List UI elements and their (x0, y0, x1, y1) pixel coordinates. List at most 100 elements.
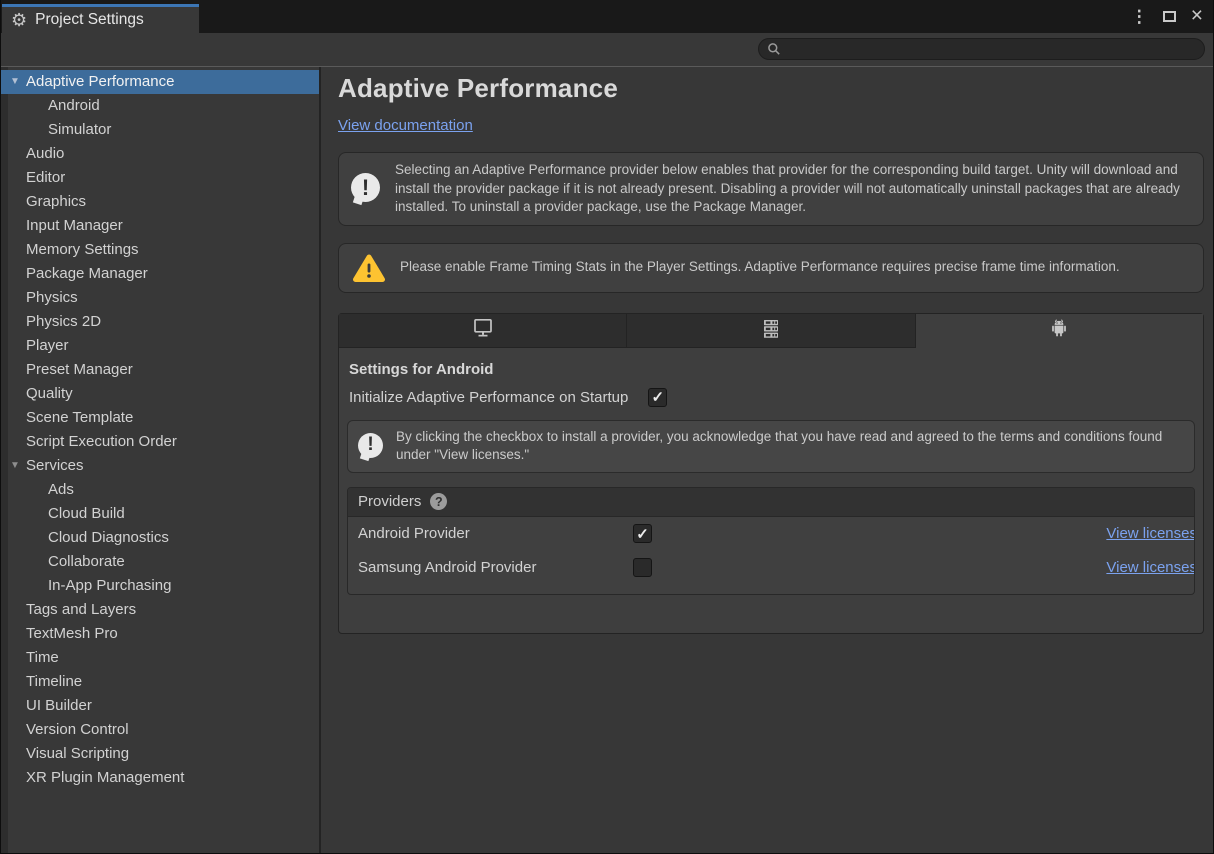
provider-info-text: Selecting an Adaptive Performance provid… (395, 161, 1191, 217)
build-target-panel: Settings for Android Initialize Adaptive… (338, 313, 1204, 634)
providers-header: Providers ? (348, 488, 1194, 517)
provider-info-box: ! Selecting an Adaptive Performance prov… (338, 152, 1204, 226)
sidebar-item-audio[interactable]: Audio (1, 142, 319, 166)
sidebar-item-android[interactable]: Android (1, 94, 319, 118)
sidebar-item-cloud-diagnostics[interactable]: Cloud Diagnostics (1, 526, 319, 550)
sidebar-item-services[interactable]: ▼ Services (1, 454, 319, 478)
view-documentation-link[interactable]: View documentation (338, 117, 473, 134)
provider-checkbox-android-provider[interactable]: ✓ (633, 524, 652, 543)
sidebar-item-label: Timeline (26, 673, 82, 690)
sidebar-item-label: Version Control (26, 721, 129, 738)
sidebar-item-scene-template[interactable]: Scene Template (1, 406, 319, 430)
tab-monitor[interactable] (339, 314, 627, 348)
sidebar-item-ads[interactable]: Ads (1, 478, 319, 502)
sidebar-item-label: Input Manager (26, 217, 123, 234)
sidebar-item-label: Memory Settings (26, 241, 139, 258)
sidebar-item-label: Graphics (26, 193, 86, 210)
sidebar-item-label: Ads (48, 481, 74, 498)
license-note-text: By clicking the checkbox to install a pr… (396, 428, 1184, 465)
sidebar-item-label: Adaptive Performance (26, 73, 174, 90)
frame-timing-warning-text: Please enable Frame Timing Stats in the … (400, 258, 1120, 277)
help-icon[interactable]: ? (430, 493, 447, 510)
sidebar-item-memory-settings[interactable]: Memory Settings (1, 238, 319, 262)
initialize-startup-label: Initialize Adaptive Performance on Start… (349, 389, 628, 406)
sidebar-item-in-app-purchasing[interactable]: In-App Purchasing (1, 574, 319, 598)
sidebar-item-collaborate[interactable]: Collaborate (1, 550, 319, 574)
settings-category-list: ▼ Adaptive Performance Android Simulator Aud… (1, 67, 319, 853)
settings-for-android-header: Settings for Android (347, 361, 1195, 378)
frame-timing-warning-box: Please enable Frame Timing Stats in the … (338, 243, 1204, 293)
sidebar-item-editor[interactable]: Editor (1, 166, 319, 190)
tab-android[interactable] (916, 314, 1203, 348)
view-licenses-link[interactable]: View licenses (1106, 525, 1195, 542)
sidebar-item-label: Cloud Build (48, 505, 125, 522)
search-box[interactable] (758, 38, 1205, 60)
initialize-startup-checkbox[interactable]: ✓ (648, 388, 667, 407)
sidebar-item-physics[interactable]: Physics (1, 286, 319, 310)
sidebar-item-label: Physics (26, 289, 78, 306)
sidebar-item-label: Physics 2D (26, 313, 101, 330)
provider-checkbox-samsung-android-provider[interactable] (633, 558, 652, 577)
project-settings-tab[interactable]: ⚙ Project Settings (2, 4, 199, 33)
providers-section: Providers ? Android Provider✓View licens… (347, 487, 1195, 595)
sidebar-item-label: Player (26, 337, 69, 354)
window-title: Project Settings (35, 11, 144, 29)
sidebar-item-input-manager[interactable]: Input Manager (1, 214, 319, 238)
sidebar-item-timeline[interactable]: Timeline (1, 670, 319, 694)
sidebar-item-label: Preset Manager (26, 361, 133, 378)
sidebar-item-label: Simulator (48, 121, 111, 138)
project-settings-window: ⚙ Project Settings ⋮ × ▼ Adaptive Perform… (0, 0, 1214, 854)
sidebar-item-label: UI Builder (26, 697, 92, 714)
dedicated-server-icon (759, 316, 783, 345)
settings-detail-pane: Adaptive Performance View documentation … (321, 67, 1213, 853)
sidebar-item-label: Package Manager (26, 265, 148, 282)
sidebar-item-time[interactable]: Time (1, 646, 319, 670)
sidebar-item-script-execution-order[interactable]: Script Execution Order (1, 430, 319, 454)
warning-icon (351, 252, 387, 284)
build-target-tabbar (339, 314, 1203, 348)
kebab-menu-icon[interactable]: ⋮ (1131, 7, 1148, 27)
sidebar-item-quality[interactable]: Quality (1, 382, 319, 406)
sidebar-item-label: Services (26, 457, 84, 474)
tab-dedicated-server[interactable] (627, 314, 915, 348)
gear-icon: ⚙ (11, 11, 27, 29)
sidebar-item-visual-scripting[interactable]: Visual Scripting (1, 742, 319, 766)
sidebar-item-player[interactable]: Player (1, 334, 319, 358)
monitor-icon (471, 316, 495, 344)
sidebar-item-preset-manager[interactable]: Preset Manager (1, 358, 319, 382)
android-settings-body: Settings for Android Initialize Adaptive… (339, 348, 1203, 633)
foldout-arrow-icon[interactable]: ▼ (10, 454, 20, 478)
sidebar-item-label: Time (26, 649, 59, 666)
sidebar-item-label: Tags and Layers (26, 601, 136, 618)
search-input[interactable] (781, 41, 1196, 58)
sidebar-item-label: Audio (26, 145, 64, 162)
sidebar-item-cloud-build[interactable]: Cloud Build (1, 502, 319, 526)
sidebar-item-ui-builder[interactable]: UI Builder (1, 694, 319, 718)
view-licenses-link[interactable]: View licenses (1106, 559, 1195, 576)
sidebar-item-graphics[interactable]: Graphics (1, 190, 319, 214)
license-note-box: ! By clicking the checkbox to install a … (347, 420, 1195, 473)
sidebar-item-physics-2d[interactable]: Physics 2D (1, 310, 319, 334)
provider-row-android-provider: Android Provider✓View licenses (348, 517, 1194, 551)
foldout-arrow-icon[interactable]: ▼ (10, 70, 20, 94)
search-icon (767, 42, 781, 56)
toolbar (1, 33, 1213, 67)
android-icon (1048, 317, 1070, 344)
sidebar-item-tags-and-layers[interactable]: Tags and Layers (1, 598, 319, 622)
sidebar-item-textmesh-pro[interactable]: TextMesh Pro (1, 622, 319, 646)
sidebar-item-simulator[interactable]: Simulator (1, 118, 319, 142)
sidebar-item-xr-plugin-management[interactable]: XR Plugin Management (1, 766, 319, 790)
page-title: Adaptive Performance (338, 73, 1204, 104)
sidebar-item-label: Cloud Diagnostics (48, 529, 169, 546)
close-icon[interactable]: × (1191, 5, 1203, 26)
title-bar: ⚙ Project Settings ⋮ × (1, 0, 1213, 33)
content-panes: ▼ Adaptive Performance Android Simulator Aud… (1, 67, 1213, 853)
maximize-icon[interactable] (1163, 11, 1176, 22)
provider-row-samsung-android-provider: Samsung Android ProviderView licenses (348, 551, 1194, 585)
sidebar-item-label: Quality (26, 385, 73, 402)
sidebar-item-label: Scene Template (26, 409, 133, 426)
sidebar-item-label: Script Execution Order (26, 433, 177, 450)
sidebar-item-adaptive-performance[interactable]: ▼ Adaptive Performance (1, 70, 319, 94)
sidebar-item-version-control[interactable]: Version Control (1, 718, 319, 742)
sidebar-item-package-manager[interactable]: Package Manager (1, 262, 319, 286)
